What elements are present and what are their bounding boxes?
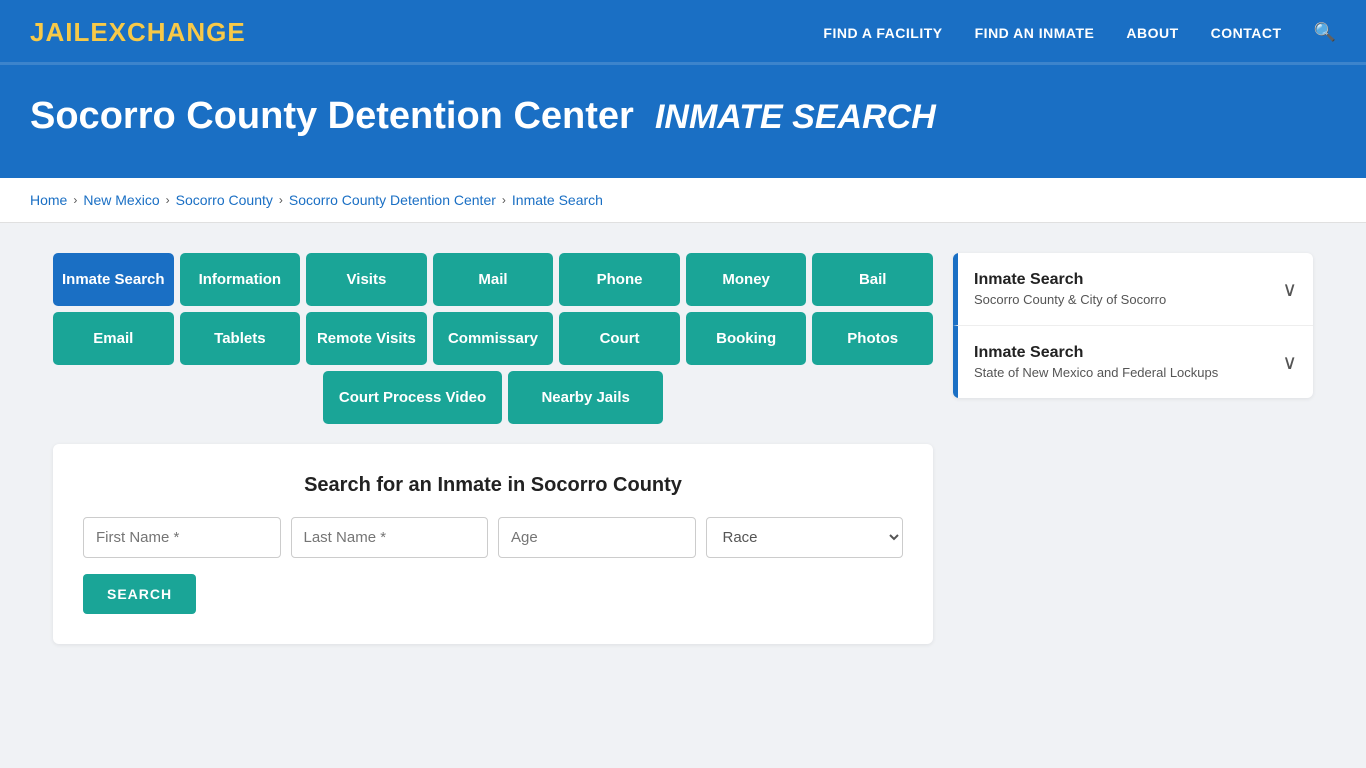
navbar: JAILEXCHANGE FIND A FACILITY FIND AN INMA… <box>0 0 1366 65</box>
nav-links: FIND A FACILITY FIND AN INMATE ABOUT CONTAC… <box>823 22 1336 43</box>
sidebar-card: Inmate Search Socorro County & City of So… <box>953 253 1313 398</box>
breadcrumb-sep-2: › <box>279 193 283 207</box>
breadcrumb-sep-1: › <box>166 193 170 207</box>
nav-link-find-inmate[interactable]: FIND AN INMATE <box>975 25 1095 41</box>
breadcrumb-item-1[interactable]: New Mexico <box>83 192 159 208</box>
page-title-italic: INMATE SEARCH <box>655 98 936 136</box>
tab-booking[interactable]: Booking <box>686 312 807 365</box>
tab-email[interactable]: Email <box>53 312 174 365</box>
tab-photos[interactable]: Photos <box>812 312 933 365</box>
search-icon[interactable]: 🔍 <box>1314 22 1336 43</box>
nav-link-find-facility[interactable]: FIND A FACILITY <box>823 25 942 41</box>
sidebar-item-text-0: Inmate Search Socorro County & City of So… <box>974 271 1166 307</box>
nav-link-contact[interactable]: CONTACT <box>1211 25 1282 41</box>
sidebar-item-title-0: Inmate Search <box>974 271 1166 289</box>
breadcrumb-item-3[interactable]: Socorro County Detention Center <box>289 192 496 208</box>
page-title: Socorro County Detention Center INMATE S… <box>30 95 1336 138</box>
tab-row-1: Inmate SearchInformationVisitsMailPhoneM… <box>53 253 933 306</box>
tab-row-3: Court Process VideoNearby Jails <box>53 371 933 424</box>
chevron-down-icon-1: ∨ <box>1282 350 1297 375</box>
sidebar-item-1[interactable]: Inmate Search State of New Mexico and Fed… <box>953 326 1313 398</box>
tab-bail[interactable]: Bail <box>812 253 933 306</box>
content-area: Inmate SearchInformationVisitsMailPhoneM… <box>53 253 933 644</box>
tab-mail[interactable]: Mail <box>433 253 554 306</box>
tab-commissary[interactable]: Commissary <box>433 312 554 365</box>
logo[interactable]: JAILEXCHANGE <box>30 17 246 48</box>
sidebar-item-subtitle-1: State of New Mexico and Federal Lockups <box>974 365 1218 380</box>
breadcrumb-item-2[interactable]: Socorro County <box>176 192 273 208</box>
breadcrumb-sep-3: › <box>502 193 506 207</box>
breadcrumb-item-4[interactable]: Inmate Search <box>512 192 603 208</box>
breadcrumb: Home › New Mexico › Socorro County › Socorro C… <box>0 178 1366 223</box>
tab-court-process-video[interactable]: Court Process Video <box>323 371 502 424</box>
sidebar-item-subtitle-0: Socorro County & City of Socorro <box>974 292 1166 307</box>
page-title-main: Socorro County Detention Center <box>30 95 634 137</box>
tab-money[interactable]: Money <box>686 253 807 306</box>
logo-exchange: EXCHANGE <box>90 17 245 47</box>
sidebar-item-title-1: Inmate Search <box>974 344 1218 362</box>
search-fields: RaceWhiteBlackHispanicAsianOther <box>83 517 903 558</box>
age-input[interactable] <box>498 517 696 558</box>
sidebar-item-0[interactable]: Inmate Search Socorro County & City of So… <box>953 253 1313 326</box>
chevron-down-icon-0: ∨ <box>1282 277 1297 302</box>
tab-remote-visits[interactable]: Remote Visits <box>306 312 427 365</box>
tab-information[interactable]: Information <box>180 253 301 306</box>
tab-nearby-jails[interactable]: Nearby Jails <box>508 371 663 424</box>
sidebar-item-text-1: Inmate Search State of New Mexico and Fed… <box>974 344 1218 380</box>
search-card: Search for an Inmate in Socorro County R… <box>53 444 933 644</box>
first-name-input[interactable] <box>83 517 281 558</box>
tab-phone[interactable]: Phone <box>559 253 680 306</box>
tab-visits[interactable]: Visits <box>306 253 427 306</box>
last-name-input[interactable] <box>291 517 489 558</box>
breadcrumb-sep-0: › <box>73 193 77 207</box>
search-button[interactable]: SEARCH <box>83 574 196 614</box>
nav-link-about[interactable]: ABOUT <box>1126 25 1178 41</box>
search-title: Search for an Inmate in Socorro County <box>83 474 903 497</box>
race-select[interactable]: RaceWhiteBlackHispanicAsianOther <box>706 517 904 558</box>
tab-court[interactable]: Court <box>559 312 680 365</box>
logo-jail: JAIL <box>30 17 90 47</box>
breadcrumb-item-0[interactable]: Home <box>30 192 67 208</box>
tab-row-2: EmailTabletsRemote VisitsCommissaryCourt… <box>53 312 933 365</box>
sidebar: Inmate Search Socorro County & City of So… <box>953 253 1313 401</box>
hero-section: Socorro County Detention Center INMATE S… <box>0 65 1366 178</box>
tab-inmate-search[interactable]: Inmate Search <box>53 253 174 306</box>
main-content: Inmate SearchInformationVisitsMailPhoneM… <box>33 223 1333 674</box>
tab-tablets[interactable]: Tablets <box>180 312 301 365</box>
